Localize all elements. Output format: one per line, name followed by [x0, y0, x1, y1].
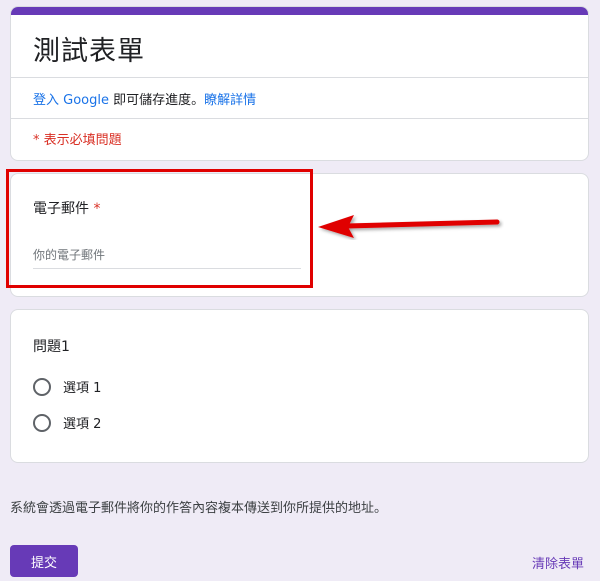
radio-button-icon[interactable] — [33, 413, 51, 432]
question1-title: 問題1 — [33, 339, 70, 355]
radio-button-icon[interactable] — [33, 377, 51, 396]
learn-more-link[interactable]: 瞭解詳情 — [204, 93, 256, 108]
option-2[interactable]: 選項 2 — [33, 413, 101, 432]
option-label: 選項 2 — [63, 417, 102, 432]
option-label: 選項 1 — [63, 381, 102, 396]
divider — [11, 77, 588, 78]
required-note: * 表示必填問題 — [33, 133, 122, 148]
signin-text: 即可儲存進度。 — [108, 93, 205, 108]
signin-link[interactable]: 登入 Google — [33, 93, 109, 108]
annotation-arrow-icon — [318, 215, 500, 238]
question1-card: 問題1 選項 1 選項 2 — [10, 309, 589, 463]
form-title: 測試表單 — [33, 36, 145, 67]
option-1[interactable]: 選項 1 — [33, 377, 101, 396]
form-header-card: 測試表單 登入 Google 即可儲存進度。瞭解詳情 * 表示必填問題 — [10, 6, 589, 161]
submit-button[interactable]: 提交 — [10, 545, 78, 577]
signin-prompt: 登入 Google 即可儲存進度。瞭解詳情 — [33, 89, 256, 108]
email-copy-note: 系統會透過電子郵件將你的作答內容複本傳送到你所提供的地址。 — [10, 501, 388, 516]
accent-bar — [11, 7, 588, 15]
annotation-highlight-box — [6, 169, 313, 288]
divider — [11, 118, 588, 119]
clear-form-button[interactable]: 清除表單 — [532, 553, 584, 572]
